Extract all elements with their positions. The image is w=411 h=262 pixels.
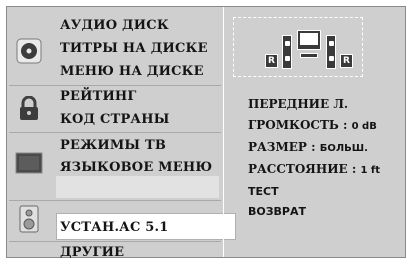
test-button[interactable]: ТЕСТ [248, 185, 279, 198]
size-label: РАЗМЕР : [248, 140, 316, 154]
menu-item-disc-subtitles[interactable]: ТИТРЫ НА ДИСКЕ [60, 41, 208, 56]
lock-icon [13, 93, 45, 125]
return-button[interactable]: ВОЗВРАТ [248, 205, 306, 218]
volume-label: ГРОМКОСТЬ : [248, 118, 348, 132]
menu-separator [9, 200, 221, 201]
menu-item-disc-menu[interactable]: МЕНЮ НА ДИСКЕ [60, 64, 204, 79]
menu-item-tv-modes[interactable]: РЕЖИМЫ ТВ [60, 138, 166, 153]
distance-value: 1 ft [360, 165, 381, 176]
size-row[interactable]: РАЗМЕР : БОЛЬШ. [248, 140, 368, 154]
volume-value: 0 dB [351, 121, 377, 132]
tv-icon [13, 147, 45, 179]
menu-item-rating[interactable]: РЕЙТИНГ [60, 89, 137, 104]
menu-separator [9, 85, 221, 86]
speaker-layout-diagram: R R [233, 17, 363, 77]
speaker-settings-panel: R R ПЕРЕДНИЕ Л. ГРОМКОСТЬ: 0 dB РАЗМЕР … [223, 7, 407, 257]
menu-separator [9, 241, 221, 242]
menu-item-speaker-setup[interactable]: УСТАН.АС 5.1 [60, 220, 168, 235]
menu-item-country-code[interactable]: КОД СТРАНЫ [60, 112, 170, 127]
distance-row[interactable]: РАССТОЯНИЕ : 1 ft [248, 162, 380, 176]
speaker-icon [13, 203, 45, 235]
center-speaker-icon [297, 30, 321, 50]
front-right-speaker-icon [326, 35, 336, 69]
empty-menu-slot [56, 176, 219, 198]
setup-menu-sidebar: АУДИО ДИСК ТИТРЫ НА ДИСКЕ МЕНЮ НА ДИСКЕ … [7, 7, 236, 260]
distance-label: РАССТОЯНИЕ : [248, 162, 357, 176]
menu-item-menu-language[interactable]: ЯЗЫКОВОЕ МЕНЮ [60, 160, 212, 175]
front-left-speaker-icon [282, 35, 292, 69]
rear-left-speaker-label: R [265, 54, 278, 68]
volume-row[interactable]: ГРОМКОСТЬ : 0 dB [248, 118, 377, 132]
menu-item-other[interactable]: ДРУГИЕ [60, 245, 124, 260]
size-value: БОЛЬШ. [319, 143, 368, 154]
subwoofer-icon [300, 53, 318, 58]
disc-icon [13, 35, 45, 67]
menu-item-audio-disc[interactable]: АУДИО ДИСК [60, 18, 169, 33]
menu-separator [9, 132, 221, 133]
setup-menu-frame: АУДИО ДИСК ТИТРЫ НА ДИСКЕ МЕНЮ НА ДИСКЕ … [6, 6, 407, 260]
speaker-select-label[interactable]: ПЕРЕДНИЕ Л. [248, 97, 348, 111]
dvd-setup-screen: АУДИО ДИСК ТИТРЫ НА ДИСКЕ МЕНЮ НА ДИСКЕ … [0, 0, 411, 262]
rear-right-speaker-label: R [340, 54, 353, 68]
